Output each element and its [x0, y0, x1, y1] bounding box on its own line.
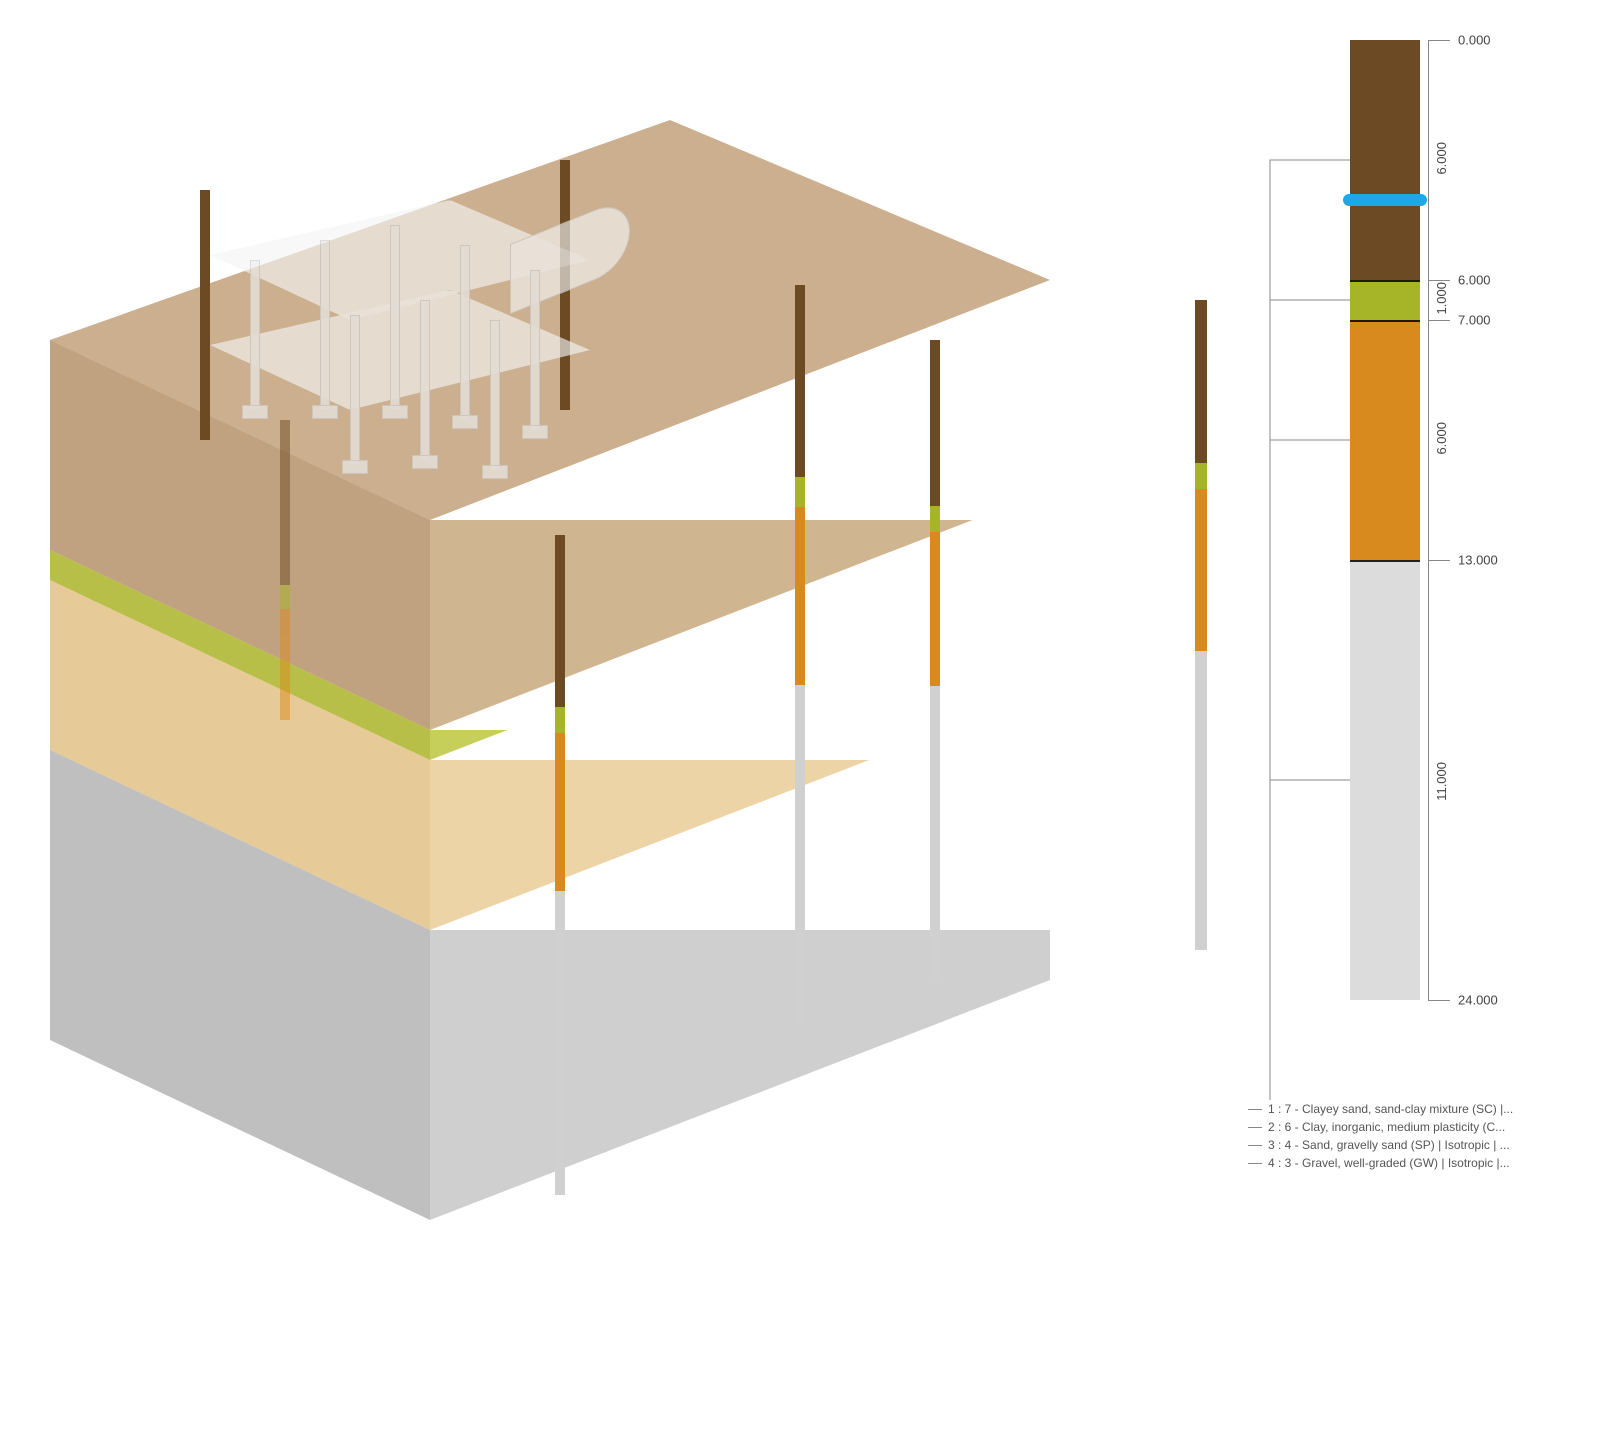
legend-text: 1 : 7 - Clayey sand, sand-clay mixture (…	[1268, 1100, 1513, 1118]
legend-tick-icon	[1248, 1163, 1262, 1164]
borehole	[795, 285, 805, 1025]
legend-text: 4 : 3 - Gravel, well-graded (GW) | Isotr…	[1268, 1154, 1510, 1172]
soil-legend: 1 : 7 - Clayey sand, sand-clay mixture (…	[1248, 1100, 1588, 1172]
legend-text: 2 : 6 - Clay, inorganic, medium plastici…	[1268, 1118, 1505, 1136]
legend-tick-icon	[1248, 1109, 1262, 1110]
legend-row: 4 : 3 - Gravel, well-graded (GW) | Isotr…	[1248, 1154, 1588, 1172]
layer4-side	[430, 930, 1050, 1430]
iso-stack	[50, 120, 1050, 1120]
thickness-label: 6.000	[1434, 422, 1449, 455]
depth-label: 24.000	[1458, 993, 1498, 1008]
legend-tick-icon	[1248, 1145, 1262, 1146]
legend-row: 3 : 4 - Sand, gravelly sand (SP) | Isotr…	[1248, 1136, 1588, 1154]
soil-profile-column	[1350, 40, 1420, 1000]
legend-row: 1 : 7 - Clayey sand, sand-clay mixture (…	[1248, 1100, 1588, 1118]
stratum-1	[1350, 40, 1420, 280]
legend-row: 2 : 6 - Clay, inorganic, medium plastici…	[1248, 1118, 1588, 1136]
stratum-4	[1350, 560, 1420, 1000]
borehole	[200, 190, 210, 440]
thickness-label: 11.000	[1434, 762, 1449, 801]
borehole-isolated	[1195, 300, 1207, 950]
soil-3d-view	[0, 0, 1100, 1200]
borehole	[930, 340, 940, 980]
legend-tick-icon	[1248, 1127, 1262, 1128]
depth-label: 6.000	[1458, 273, 1491, 288]
depth-label: 0.000	[1458, 33, 1491, 48]
legend-text: 3 : 4 - Sand, gravelly sand (SP) | Isotr…	[1268, 1136, 1510, 1154]
depth-label: 7.000	[1458, 313, 1491, 328]
borehole	[555, 535, 565, 1195]
thickness-label: 1.000	[1434, 282, 1449, 315]
thickness-label: 6.000	[1434, 142, 1449, 175]
building-ghost	[210, 200, 630, 480]
depth-axis: 0.0006.0007.00013.00024.0006.0001.0006.0…	[1428, 40, 1548, 1000]
water-table-marker	[1343, 194, 1427, 206]
stratum-3	[1350, 320, 1420, 560]
depth-label: 13.000	[1458, 553, 1498, 568]
stratum-2	[1350, 280, 1420, 320]
